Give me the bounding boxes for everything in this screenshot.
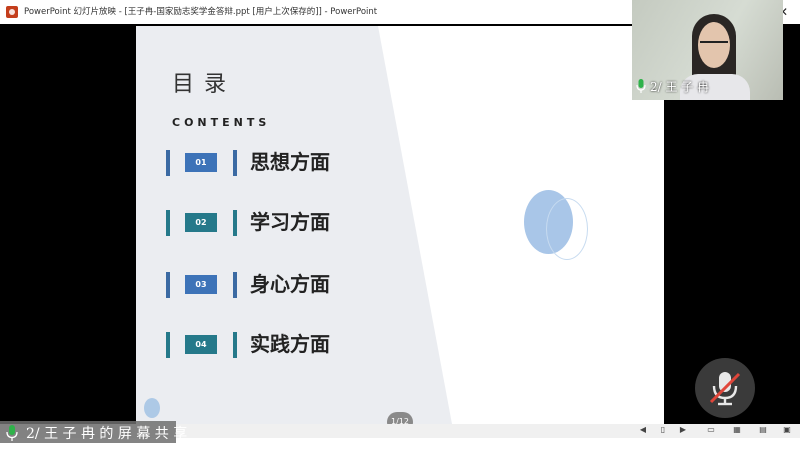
toc-item: 04 实践方面 xyxy=(166,332,406,362)
microphone-icon xyxy=(6,425,18,441)
bracket-left xyxy=(166,150,170,176)
bracket-right xyxy=(233,210,237,236)
next-icon[interactable]: ▶ xyxy=(678,425,688,435)
camera-feed[interactable]: 2/ 王 子 冉 xyxy=(632,0,783,100)
bracket-right xyxy=(233,272,237,298)
bracket-right xyxy=(233,332,237,358)
decor-dot xyxy=(144,398,160,418)
toc-number: 01 xyxy=(185,153,217,172)
toc-number: 04 xyxy=(185,335,217,354)
previous-icon[interactable]: ◀ xyxy=(638,425,648,435)
powerpoint-icon xyxy=(6,6,18,18)
window-title: PowerPoint 幻灯片放映 - [王子冉-国家励志奖学金答辩.ppt [用… xyxy=(24,7,378,17)
toc-label: 实践方面 xyxy=(250,332,330,356)
slide-sorter-icon[interactable]: ▦ xyxy=(732,425,742,435)
camera-label: 2/ 王 子 冉 xyxy=(650,80,710,94)
bracket-left xyxy=(166,272,170,298)
notes-icon[interactable]: ▯ xyxy=(658,425,668,435)
screen-share-text: 2/ 王 子 冉 的 屏 幕 共 享 xyxy=(26,426,188,442)
decor-circle-outline xyxy=(546,198,588,260)
toc-number: 02 xyxy=(185,213,217,232)
toc-item: 01 思想方面 xyxy=(166,150,406,180)
bracket-left xyxy=(166,332,170,358)
person-glasses xyxy=(700,41,728,49)
toc-item: 02 学习方面 xyxy=(166,210,406,240)
reading-view-icon[interactable]: ▤ xyxy=(758,425,768,435)
toc-label: 身心方面 xyxy=(250,272,330,296)
slide[interactable]: 目录 CONTENTS 01 思想方面 02 学习方面 03 身心方面 04 实… xyxy=(136,26,664,424)
normal-view-icon[interactable]: ▭ xyxy=(706,425,716,435)
slide-subtitle: CONTENTS xyxy=(172,116,271,129)
toc-label: 学习方面 xyxy=(250,210,330,234)
bracket-left xyxy=(166,210,170,236)
bracket-right xyxy=(233,150,237,176)
screen-share-label: 2/ 王 子 冉 的 屏 幕 共 享 xyxy=(0,421,187,443)
slide-title: 目录 xyxy=(172,72,237,97)
mute-button[interactable] xyxy=(695,358,755,418)
toc-label: 思想方面 xyxy=(250,150,330,174)
slideshow-icon[interactable]: ▣ xyxy=(782,425,792,435)
toc-number: 03 xyxy=(185,275,217,294)
toc-item: 03 身心方面 xyxy=(166,272,406,302)
microphone-icon xyxy=(636,79,646,93)
microphone-muted-icon xyxy=(709,372,741,406)
page-indicator[interactable]: 1/12 xyxy=(387,412,413,424)
